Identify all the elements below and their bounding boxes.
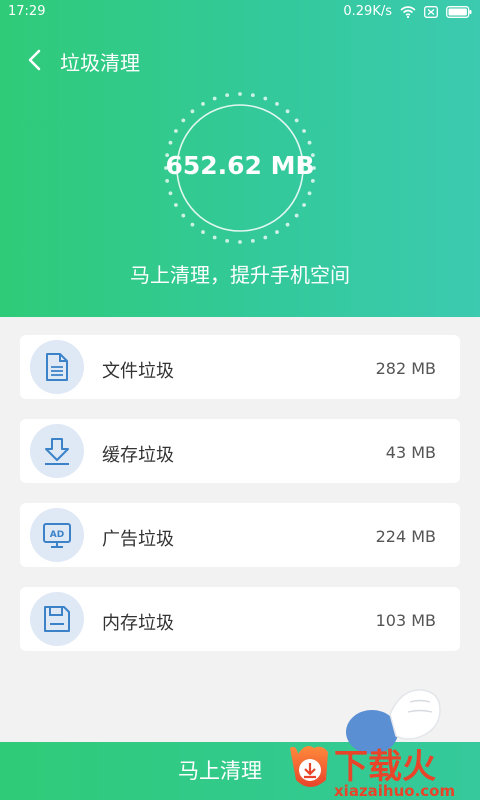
status-time: 17:29 (8, 4, 46, 19)
svg-text:下载火: 下载火 (334, 747, 436, 787)
floppy-icon (30, 592, 84, 646)
ring-dot (294, 118, 299, 123)
junk-item-file[interactable]: 文件垃圾 282 MB (20, 335, 460, 399)
ad-icon: AD (30, 508, 84, 562)
ring-dot (263, 235, 268, 240)
ring-dot (225, 238, 230, 243)
svg-text:xiazaihuo.com: xiazaihuo.com (334, 782, 455, 800)
svg-text:AD: AD (50, 530, 64, 540)
ring-dot (190, 109, 195, 114)
ring-dot (190, 222, 195, 227)
ring-dot (250, 93, 255, 98)
junk-item-label: 文件垃圾 (102, 361, 174, 382)
ring-dot (275, 102, 279, 106)
ring-dot (174, 129, 178, 133)
junk-item-label: 内存垃圾 (102, 613, 174, 634)
ring-dot (307, 191, 312, 196)
ring-dot (168, 140, 173, 145)
ring-dot (174, 203, 178, 207)
ring-dot (307, 140, 312, 145)
ring-dot (212, 96, 217, 101)
junk-size-ring: 652.62 MB (160, 88, 320, 248)
wifi-icon (400, 5, 416, 18)
ring-dot (285, 109, 290, 114)
ring-dot (181, 118, 186, 123)
status-indicators: 0.29K/s (343, 4, 472, 19)
network-speed: 0.29K/s (343, 4, 392, 19)
junk-item-label: 缓存垃圾 (102, 445, 174, 466)
ring-dot (238, 92, 242, 96)
ring-dot (263, 96, 268, 101)
page-title: 垃圾清理 (60, 51, 140, 75)
ring-dot (294, 213, 299, 218)
header: 17:29 0.29K/s 垃圾清理 652.62 MB 马上清理，提升手机空间 (0, 0, 480, 317)
ring-dot (225, 93, 230, 98)
junk-item-size: 282 MB (375, 359, 436, 378)
junk-item-ad[interactable]: AD 广告垃圾 224 MB (20, 503, 460, 567)
ring-dot (302, 203, 306, 207)
ring-dot (285, 222, 290, 227)
no-sim-icon (424, 5, 438, 18)
ring-dot (250, 238, 255, 243)
ring-dot (275, 230, 279, 234)
status-bar: 17:29 0.29K/s (0, 0, 480, 24)
total-junk-size: 652.62 MB (165, 151, 315, 180)
ring-dot (302, 129, 306, 133)
junk-item-size: 224 MB (375, 527, 436, 546)
battery-icon (446, 5, 472, 18)
ring-dot (168, 191, 173, 196)
document-icon (30, 340, 84, 394)
ring-dot (181, 213, 186, 218)
junk-item-size: 43 MB (385, 443, 436, 462)
download-icon (30, 424, 84, 478)
ring-dot (201, 230, 205, 234)
junk-item-label: 广告垃圾 (102, 529, 174, 550)
junk-item-size: 103 MB (375, 611, 436, 630)
nav-bar: 垃圾清理 (0, 40, 480, 80)
ring-dot (201, 102, 205, 106)
junk-item-cache[interactable]: 缓存垃圾 43 MB (20, 419, 460, 483)
back-arrow-icon[interactable] (24, 48, 46, 72)
junk-item-memory[interactable]: 内存垃圾 103 MB (20, 587, 460, 651)
ring-dot (212, 235, 217, 240)
watermark-logo: 下载火 xiazaihuo.com (282, 740, 480, 800)
ring-dot (238, 240, 242, 244)
slogan-text: 马上清理，提升手机空间 (130, 263, 350, 287)
